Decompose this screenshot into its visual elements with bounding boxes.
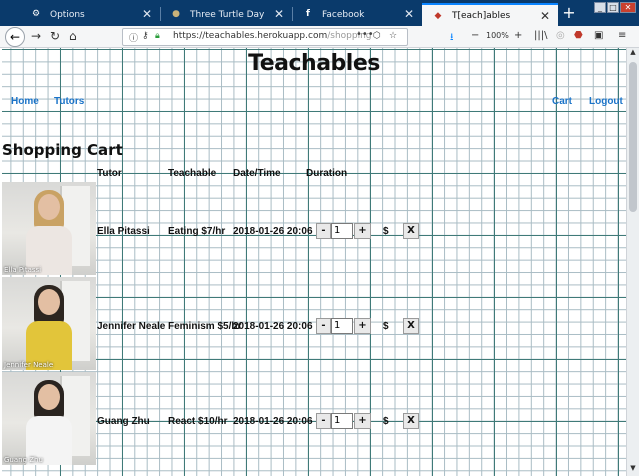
library-icon[interactable]: |||\ <box>534 30 547 41</box>
duration-input[interactable]: 1 <box>331 223 353 239</box>
download-icon[interactable]: ⭳ <box>450 30 454 47</box>
duration-input[interactable]: 1 <box>331 318 353 334</box>
tutor-photo[interactable]: Ella Pitassi <box>2 182 96 275</box>
decrease-duration-button[interactable]: - <box>316 318 331 334</box>
photo-caption: Jennifer Neale <box>4 361 54 369</box>
tutor-photo[interactable]: Jennifer Neale <box>2 277 96 370</box>
window-controls: _ □ ✕ <box>594 2 636 13</box>
remove-item-button[interactable]: X <box>403 413 419 429</box>
teachables-icon: ◆ <box>434 11 442 21</box>
forward-icon[interactable]: → <box>31 29 41 43</box>
back-button[interactable]: ← <box>5 27 25 47</box>
lock-icon[interactable]: 🔒︎ <box>155 31 160 41</box>
duration-input[interactable]: 1 <box>331 413 353 429</box>
tab-label: Three Turtle Day <box>190 9 265 20</box>
tutor-name: Guang Zhu <box>97 416 150 427</box>
address-bar[interactable]: ⓘ ⚷ 🔒︎ https://teachables.herokuapp.com/… <box>122 28 408 46</box>
close-icon[interactable]: ✕ <box>540 9 550 23</box>
session-datetime: 2018-01-26 20:06 <box>233 416 313 427</box>
tab-label: Options <box>50 9 85 20</box>
navigation-toolbar: ← → ↻ ⌂ ⓘ ⚷ 🔒︎ https://teachables.heroku… <box>0 26 639 48</box>
photo-caption: Guang Zhu <box>4 456 43 464</box>
minimize-button[interactable]: _ <box>594 2 606 13</box>
maximize-button[interactable]: □ <box>607 2 619 13</box>
nav-tutors-link[interactable]: Tutors <box>54 96 84 107</box>
new-tab-button[interactable]: + <box>560 3 578 25</box>
sync-icon[interactable]: ◎ <box>556 30 565 41</box>
info-icon[interactable]: ⓘ <box>129 31 138 44</box>
tutor-name: Jennifer Neale <box>97 321 166 332</box>
tab-bar: ⚙ Options ✕ ● Three Turtle Day ✕ f Faceb… <box>0 0 639 26</box>
cart-row: Jennifer Neale Jennifer Neale Feminism $… <box>2 277 626 372</box>
remove-item-button[interactable]: X <box>403 223 419 239</box>
increase-duration-button[interactable]: + <box>354 318 371 334</box>
pocket-icon[interactable]: ⬡ <box>373 31 381 41</box>
tab-label: T[each]ables <box>452 10 511 21</box>
tutor-photo[interactable]: Guang Zhu <box>2 372 96 465</box>
decrease-duration-button[interactable]: - <box>316 413 331 429</box>
photo-caption: Ella Pitassi <box>4 266 42 274</box>
increase-duration-button[interactable]: + <box>354 223 371 239</box>
scroll-down-arrow[interactable]: ▼ <box>627 464 639 476</box>
zoom-in-icon[interactable]: + <box>514 30 522 41</box>
close-icon[interactable]: ✕ <box>142 7 152 21</box>
tab-options[interactable]: ⚙ Options ✕ <box>20 3 160 26</box>
close-window-button[interactable]: ✕ <box>620 2 636 13</box>
facebook-icon: f <box>306 9 310 19</box>
page-scrollbar[interactable]: ▲ ▼ <box>626 48 639 476</box>
tab-facebook[interactable]: f Facebook ✕ <box>292 3 422 26</box>
scrollbar-thumb[interactable] <box>629 62 637 212</box>
session-datetime: 2018-01-26 20:06 <box>233 321 313 332</box>
close-icon[interactable]: ✕ <box>274 7 284 21</box>
home-icon[interactable]: ⌂ <box>69 29 77 43</box>
teachable-name: Feminism $5/hr <box>168 321 242 332</box>
column-header-tutor: Tutor <box>97 168 122 179</box>
zoom-level[interactable]: 100% <box>486 31 509 40</box>
nav-home-link[interactable]: Home <box>11 96 39 107</box>
cart-row: Guang Zhu Guang Zhu React $10/hr 2018-01… <box>2 372 626 467</box>
tab-teachables[interactable]: ◆ T[each]ables ✕ <box>422 3 558 26</box>
nav-cart-link[interactable]: Cart <box>552 96 572 107</box>
session-datetime: 2018-01-26 20:06 <box>233 226 313 237</box>
reader-icon[interactable]: ▣ <box>594 30 603 41</box>
column-header-datetime: Date/Time <box>233 168 281 179</box>
gear-icon: ⚙ <box>31 9 41 19</box>
reload-icon[interactable]: ↻ <box>50 29 60 43</box>
site-brand[interactable]: Teachables <box>2 51 626 76</box>
item-price: $ <box>383 226 389 237</box>
zoom-out-icon[interactable]: − <box>471 30 479 41</box>
scroll-up-arrow[interactable]: ▲ <box>627 48 639 60</box>
cart-row: Ella Pitassi Ella Pitassi Eating $7/hr 2… <box>2 182 626 277</box>
tab-label: Facebook <box>322 9 365 20</box>
teachable-name: Eating $7/hr <box>168 226 226 237</box>
page-viewport: Teachables Home Tutors Cart Logout Shopp… <box>2 48 626 476</box>
bookmark-star-icon[interactable]: ☆ <box>389 31 397 41</box>
remove-item-button[interactable]: X <box>403 318 419 334</box>
item-price: $ <box>383 321 389 332</box>
page-title: Shopping Cart <box>2 141 123 159</box>
nav-logout-link[interactable]: Logout <box>589 96 623 107</box>
menu-icon[interactable]: ≡ <box>618 30 626 41</box>
decrease-duration-button[interactable]: - <box>316 223 331 239</box>
item-price: $ <box>383 416 389 427</box>
url-text[interactable]: https://teachables.herokuapp.com/shoppin… <box>173 31 372 41</box>
teachable-name: React $10/hr <box>168 416 228 427</box>
column-header-teachable: Teachable <box>168 168 217 179</box>
globe-icon: ● <box>172 9 180 19</box>
key-icon[interactable]: ⚷ <box>142 31 149 41</box>
tutor-name: Ella Pitassi <box>97 226 150 237</box>
increase-duration-button[interactable]: + <box>354 413 371 429</box>
adblock-icon[interactable]: ⬣ <box>574 30 583 41</box>
column-header-duration: Duration <box>306 168 348 179</box>
close-icon[interactable]: ✕ <box>404 7 414 21</box>
tab-three-turtle-day[interactable]: ● Three Turtle Day ✕ <box>160 3 292 26</box>
page-actions-icon[interactable]: ••• <box>356 29 374 40</box>
